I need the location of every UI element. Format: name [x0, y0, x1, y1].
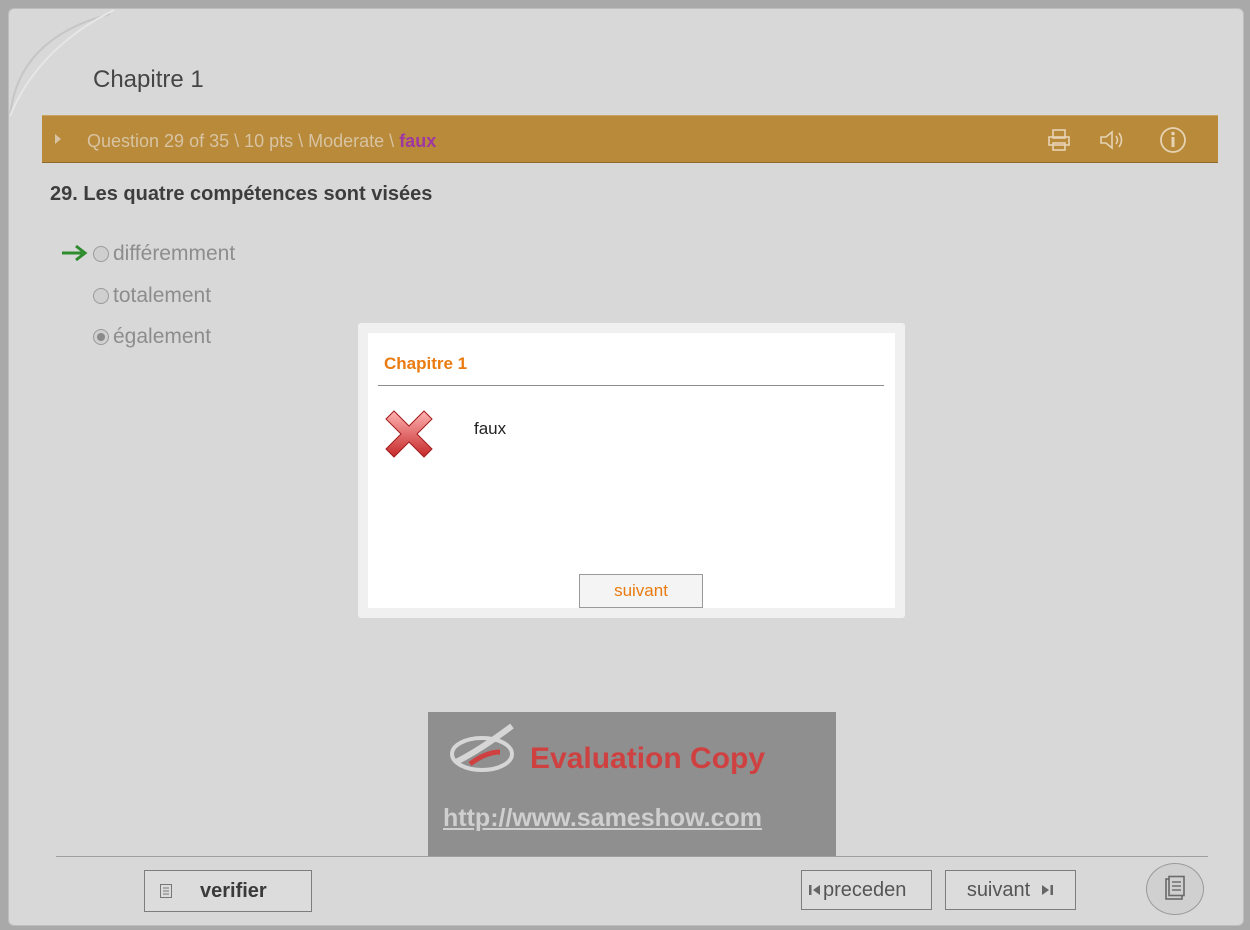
evaluation-watermark: Evaluation Copy http://www.sameshow.com [428, 712, 836, 856]
next-label: suivant [966, 878, 1031, 901]
question-list-button[interactable] [1146, 863, 1204, 915]
feedback-dialog: Chapitre 1 faux suivant [358, 323, 905, 618]
previous-icon [809, 885, 820, 895]
option-totalement[interactable]: totalement [93, 282, 211, 310]
red-x-icon [385, 410, 433, 458]
speaker-icon[interactable] [1097, 125, 1127, 155]
page-title: Chapitre 1 [93, 66, 204, 93]
option-egalement[interactable]: également [93, 323, 211, 351]
question-text: 29. Les quatre compétences sont visées [50, 183, 433, 205]
answer-status: faux [399, 131, 437, 151]
option-label: différemment [113, 242, 236, 265]
radio-button[interactable] [93, 246, 109, 262]
radio-button-selected[interactable] [93, 329, 109, 345]
question-info-bar: Question 29 of 35 \ 10 pts \ Moderate \ … [42, 115, 1218, 163]
option-label: totalement [113, 284, 212, 307]
document-list-icon [1165, 875, 1185, 900]
divider [378, 385, 884, 386]
dialog-message: faux [474, 419, 507, 438]
verify-label: verifier [200, 879, 267, 902]
next-button[interactable]: suivant [945, 870, 1076, 910]
previous-label: preceden [823, 878, 907, 901]
radio-button[interactable] [93, 288, 109, 304]
option-label: également [113, 325, 212, 348]
watermark-url: http://www.sameshow.com [443, 804, 763, 832]
page-curl-decoration [9, 9, 115, 117]
question-info: Question 29 of 35 \ 10 pts \ Moderate \ … [87, 131, 436, 152]
next-icon [1042, 885, 1054, 895]
correct-answer-arrow-icon [62, 244, 88, 262]
watermark-title: Evaluation Copy [530, 742, 766, 775]
sameshow-logo-icon [450, 723, 514, 772]
footer-divider [56, 856, 1208, 857]
verify-button[interactable]: verifier [144, 870, 312, 912]
question-info-text: Question 29 of 35 \ 10 pts \ Moderate \ [87, 131, 400, 151]
option-differemment[interactable]: différemment [93, 240, 235, 268]
printer-icon[interactable] [1044, 125, 1074, 155]
dialog-title: Chapitre 1 [384, 354, 468, 373]
dialog-next-button[interactable]: suivant [579, 574, 703, 608]
previous-button[interactable]: preceden [801, 870, 932, 910]
dialog-body: Chapitre 1 faux suivant [368, 333, 895, 608]
document-icon [160, 884, 172, 898]
info-icon[interactable] [1158, 125, 1188, 155]
bullet-icon [55, 134, 61, 144]
